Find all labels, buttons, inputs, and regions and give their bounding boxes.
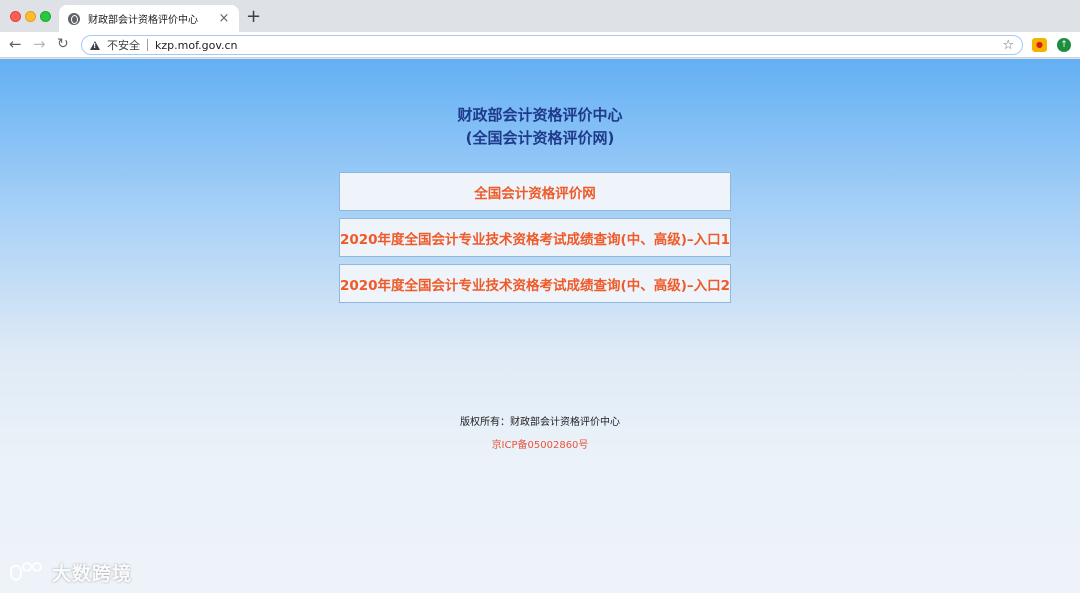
watermark-text: 大数跨境 xyxy=(52,562,133,585)
browser-toolbar: ← → ↻ 不安全 kzp.mof.gov.cn ☆ ● ↑ xyxy=(0,32,1080,58)
extension-download-icon[interactable]: ↑ xyxy=(1057,38,1071,52)
link-score-query-entry-2[interactable]: 2020年度全国会计专业技术资格考试成绩查询(中、高级)–入口2 xyxy=(339,264,731,303)
address-bar[interactable]: 不安全 kzp.mof.gov.cn ☆ xyxy=(81,35,1023,55)
reload-icon[interactable]: ↻ xyxy=(57,35,69,53)
arrow-right-icon[interactable]: → xyxy=(33,35,46,53)
minimize-window-button[interactable] xyxy=(25,11,36,22)
page-title: 财政部会计资格评价中心 xyxy=(457,106,623,124)
new-tab-button[interactable]: + xyxy=(246,7,261,27)
arrow-left-icon[interactable]: ← xyxy=(9,35,22,53)
watermark: 大数跨境 xyxy=(10,559,132,585)
page-subtitle: (全国会计资格评价网) xyxy=(465,129,615,147)
maximize-window-button[interactable] xyxy=(40,11,51,22)
star-icon[interactable]: ☆ xyxy=(1002,38,1014,53)
warning-triangle-icon[interactable] xyxy=(90,40,100,50)
tab-strip: 财政部会计资格评价中心 × + xyxy=(0,0,1080,32)
icp-license-link[interactable]: 京ICP备05002860号 xyxy=(0,439,1080,453)
omnibox-divider xyxy=(147,39,148,51)
copyright-text: 版权所有：财政部会计资格评价中心 xyxy=(460,417,620,428)
tab-title: 财政部会计资格评价中心 xyxy=(88,15,198,26)
link-score-query-entry-1[interactable]: 2020年度全国会计专业技术资格考试成绩查询(中、高级)–入口1 xyxy=(339,218,731,257)
close-window-button[interactable] xyxy=(10,11,21,22)
extension-puzzle-icon[interactable]: ● xyxy=(1032,38,1047,52)
watermark-logo-icon xyxy=(10,561,46,583)
close-icon[interactable]: × xyxy=(217,11,231,26)
browser-tab[interactable]: 财政部会计资格评价中心 × xyxy=(59,5,239,32)
link-national-accounting-site[interactable]: 全国会计资格评价网 xyxy=(339,172,731,211)
url-text[interactable]: kzp.mof.gov.cn xyxy=(155,39,1002,52)
page-viewport: 财政部会计资格评价中心 (全国会计资格评价网) 全国会计资格评价网 2020年度… xyxy=(0,59,1080,593)
globe-icon xyxy=(68,12,80,25)
not-secure-label[interactable]: 不安全 xyxy=(107,37,140,53)
